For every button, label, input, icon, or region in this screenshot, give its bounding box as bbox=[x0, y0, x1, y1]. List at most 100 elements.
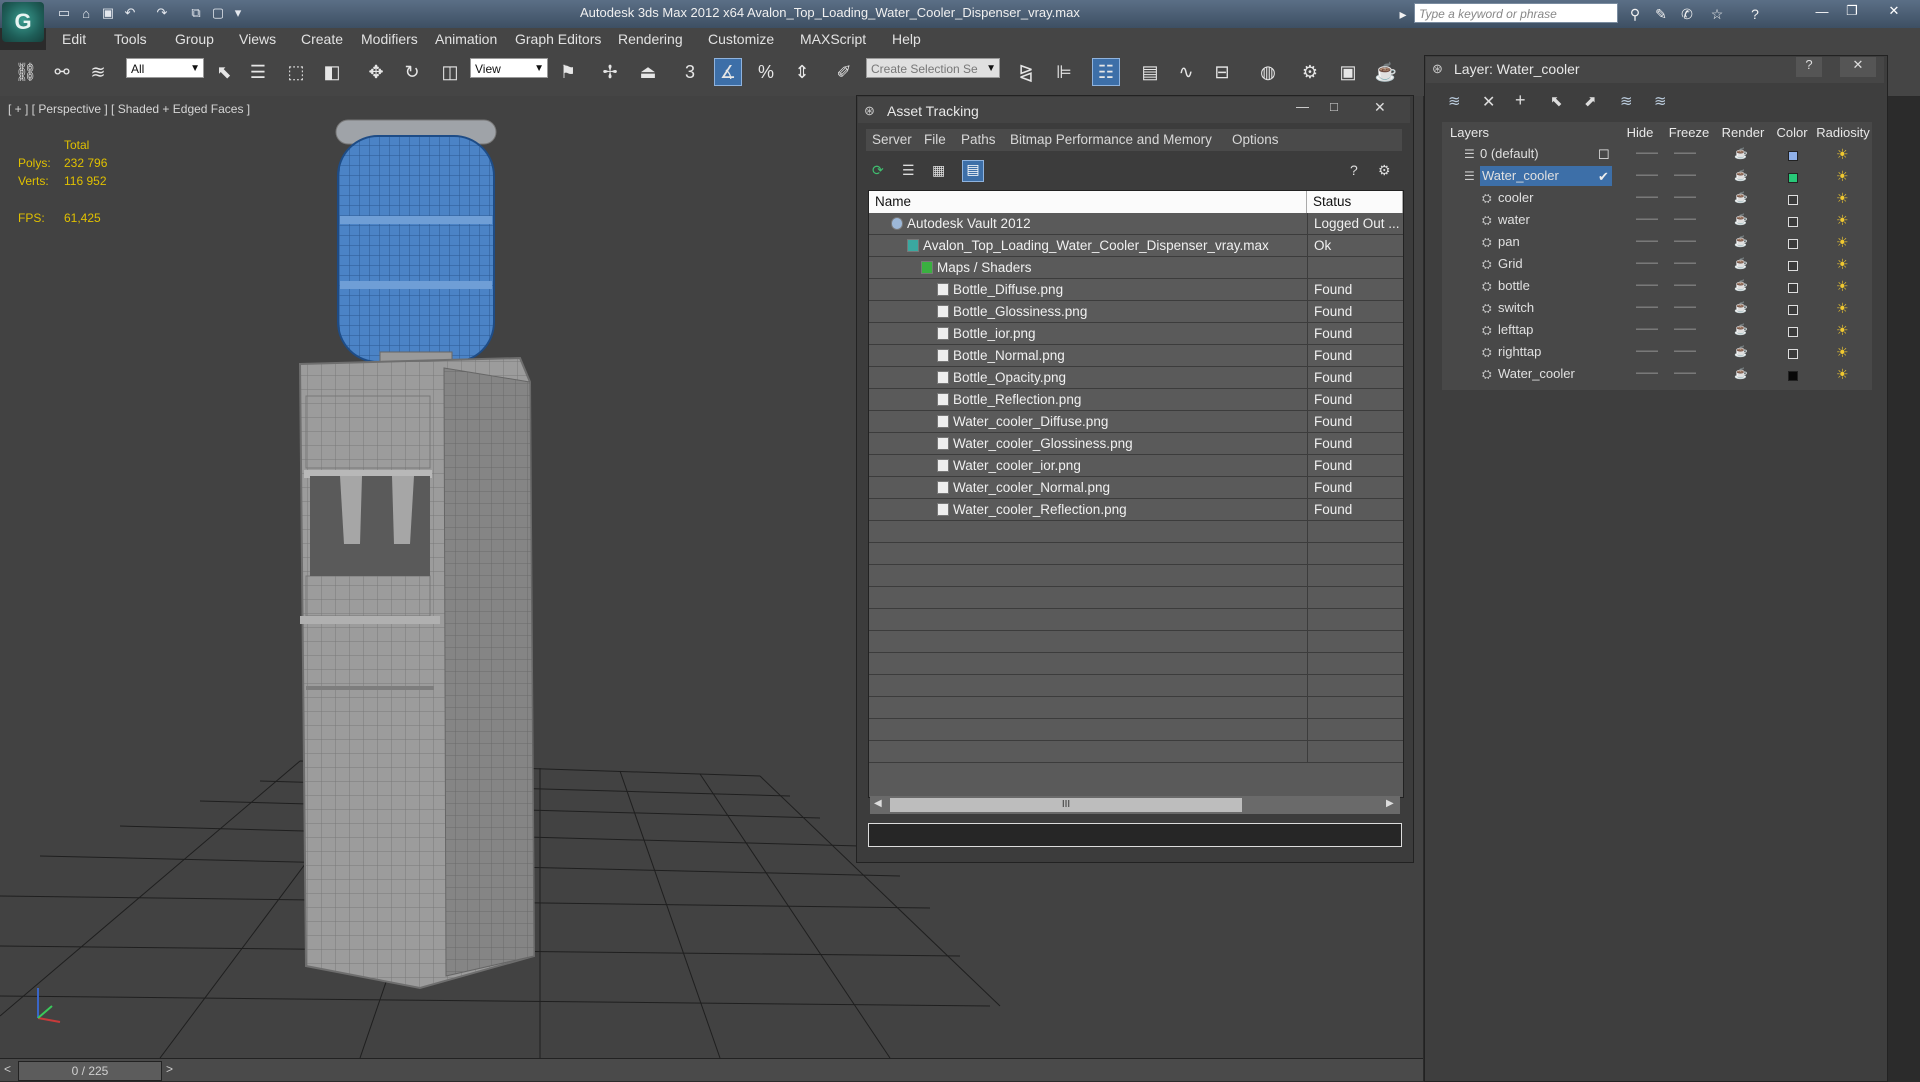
freeze-toggle[interactable]: —— bbox=[1674, 147, 1696, 159]
select-and-link-icon[interactable]: ⛓ bbox=[12, 58, 40, 86]
layer-table[interactable]: Layers Hide Freeze Render Color Radiosit… bbox=[1442, 122, 1872, 390]
layer-column-radiosity[interactable]: Radiosity bbox=[1814, 122, 1872, 144]
menu-graph-editors[interactable]: Graph Editors bbox=[515, 31, 601, 47]
material-editor-icon[interactable]: ◍ bbox=[1254, 58, 1282, 86]
menu-edit[interactable]: Edit bbox=[62, 31, 86, 47]
radiosity-sun-icon[interactable]: ☀ bbox=[1836, 168, 1849, 185]
layer-name[interactable]: righttap bbox=[1498, 342, 1541, 362]
layer-color-swatch[interactable] bbox=[1788, 371, 1798, 381]
asset-row[interactable]: Maps / Shaders bbox=[869, 257, 1403, 279]
layer-name[interactable]: switch bbox=[1498, 298, 1534, 318]
selection-filter-dropdown[interactable]: All ▼ bbox=[126, 58, 204, 78]
hide-toggle[interactable]: —— bbox=[1636, 147, 1658, 159]
layer-color-swatch[interactable] bbox=[1788, 327, 1798, 337]
freeze-toggle[interactable]: —— bbox=[1674, 191, 1696, 203]
minimize-icon[interactable]: — bbox=[1808, 0, 1836, 22]
named-selection-dropdown[interactable]: Create Selection Se ▼ bbox=[866, 58, 1000, 78]
render-setup-icon[interactable]: ⚙ bbox=[1296, 58, 1324, 86]
layer-column-hide[interactable]: Hide bbox=[1620, 122, 1660, 144]
menu-customize[interactable]: Customize bbox=[708, 31, 774, 47]
freeze-unfreeze-all-icon[interactable]: ≋ bbox=[1654, 92, 1667, 110]
delete-layer-icon[interactable]: ✕ bbox=[1482, 92, 1495, 112]
layer-help-icon[interactable]: ? bbox=[1796, 57, 1822, 77]
create-new-layer-icon[interactable]: ≋ bbox=[1448, 92, 1461, 110]
layer-row[interactable]: ⛭ switch —— —— ☕ ☀ bbox=[1442, 298, 1872, 320]
curve-editor-icon[interactable]: ∿ bbox=[1172, 58, 1200, 86]
subscription-icon[interactable]: ✆ bbox=[1676, 4, 1698, 24]
layer-color-swatch[interactable] bbox=[1788, 151, 1798, 161]
asset-minimize-icon[interactable]: — bbox=[1296, 99, 1309, 114]
save-icon[interactable]: ▣ bbox=[98, 4, 118, 22]
freeze-toggle[interactable]: —— bbox=[1674, 235, 1696, 247]
new-file-icon[interactable]: ▭ bbox=[54, 4, 74, 22]
layer-row[interactable]: ☰ 0 (default) ☐ —— —— ☕ ☀ bbox=[1442, 144, 1872, 166]
maximize-icon[interactable]: ❐ bbox=[1838, 0, 1866, 22]
hide-toggle[interactable]: —— bbox=[1636, 323, 1658, 335]
angle-snap-icon[interactable]: ∡ bbox=[714, 58, 742, 86]
freeze-toggle[interactable]: —— bbox=[1674, 367, 1696, 379]
next-frame-icon[interactable]: > bbox=[166, 1062, 173, 1076]
align-icon[interactable]: ⊫ bbox=[1050, 58, 1078, 86]
current-layer-box-icon[interactable]: ☐ bbox=[1598, 147, 1610, 163]
freeze-toggle[interactable]: —— bbox=[1674, 279, 1696, 291]
layer-column-color[interactable]: Color bbox=[1772, 122, 1812, 144]
asset-row[interactable]: Water_cooler_Glossiness.png Found bbox=[869, 433, 1403, 455]
layer-color-swatch[interactable] bbox=[1788, 239, 1798, 249]
asset-menu-options[interactable]: Options bbox=[1232, 132, 1279, 147]
layer-color-swatch[interactable] bbox=[1788, 217, 1798, 227]
teapot-render-icon[interactable]: ☕ bbox=[1734, 367, 1748, 380]
hide-toggle[interactable]: —— bbox=[1636, 301, 1658, 313]
asset-menu-bitmap-performance[interactable]: Bitmap Performance and Memory bbox=[1010, 132, 1212, 147]
asset-row[interactable]: Bottle_Opacity.png Found bbox=[869, 367, 1403, 389]
select-and-scale-icon[interactable]: ◫ bbox=[436, 58, 464, 86]
current-layer-check-icon[interactable]: ✔ bbox=[1598, 169, 1609, 185]
close-icon[interactable]: ✕ bbox=[1880, 0, 1908, 22]
teapot-render-icon[interactable]: ☕ bbox=[1734, 147, 1748, 160]
teapot-render-icon[interactable]: ☕ bbox=[1734, 191, 1748, 204]
radiosity-sun-icon[interactable]: ☀ bbox=[1836, 146, 1849, 163]
hide-toggle[interactable]: —— bbox=[1636, 367, 1658, 379]
menu-create[interactable]: Create bbox=[301, 31, 343, 47]
asset-settings-icon[interactable]: ⚙ bbox=[1378, 162, 1391, 179]
radiosity-sun-icon[interactable]: ☀ bbox=[1836, 212, 1849, 229]
layer-column-render[interactable]: Render bbox=[1718, 122, 1768, 144]
select-and-manipulate-icon[interactable]: ✢ bbox=[596, 58, 624, 86]
scroll-thumb[interactable]: III bbox=[890, 798, 1242, 812]
help-icon[interactable]: ? bbox=[1744, 4, 1766, 24]
asset-row[interactable]: Water_cooler_Normal.png Found bbox=[869, 477, 1403, 499]
hide-toggle[interactable]: —— bbox=[1636, 345, 1658, 357]
scroll-left-icon[interactable]: ◀ bbox=[874, 798, 882, 809]
binoculars-icon[interactable]: ⚲ bbox=[1624, 4, 1646, 24]
layer-row[interactable]: ⛭ Grid —— —— ☕ ☀ bbox=[1442, 254, 1872, 276]
radiosity-sun-icon[interactable]: ☀ bbox=[1836, 366, 1849, 383]
app-logo-icon[interactable]: G bbox=[2, 2, 44, 42]
hide-unhide-all-icon[interactable]: ≋ bbox=[1620, 92, 1633, 110]
radiosity-sun-icon[interactable]: ☀ bbox=[1836, 278, 1849, 295]
freeze-toggle[interactable]: —— bbox=[1674, 323, 1696, 335]
bind-space-warp-icon[interactable]: ≋ bbox=[84, 58, 112, 86]
schematic-view-icon[interactable]: ⊟ bbox=[1208, 58, 1236, 86]
communication-center-icon[interactable]: ✎ bbox=[1650, 4, 1672, 24]
undo-icon[interactable]: ↶ bbox=[120, 4, 140, 22]
layer-name[interactable]: Grid bbox=[1498, 254, 1523, 274]
menu-animation[interactable]: Animation bbox=[435, 31, 497, 47]
search-expand-icon[interactable]: ▸ bbox=[1392, 4, 1414, 24]
menu-rendering[interactable]: Rendering bbox=[618, 31, 683, 47]
radiosity-sun-icon[interactable]: ☀ bbox=[1836, 234, 1849, 251]
rendered-frame-window-icon[interactable]: ▣ bbox=[1334, 58, 1362, 86]
reference-coordinate-dropdown[interactable]: View ▼ bbox=[470, 58, 548, 78]
freeze-toggle[interactable]: —— bbox=[1674, 345, 1696, 357]
hold-icon[interactable]: ⧉ bbox=[186, 4, 206, 22]
open-file-icon[interactable]: ⌂ bbox=[76, 4, 96, 22]
hide-toggle[interactable]: —— bbox=[1636, 169, 1658, 181]
asset-row[interactable]: Bottle_Diffuse.png Found bbox=[869, 279, 1403, 301]
teapot-render-icon[interactable]: ☕ bbox=[1734, 213, 1748, 226]
asset-row[interactable]: Bottle_Reflection.png Found bbox=[869, 389, 1403, 411]
select-by-name-icon[interactable]: ☰ bbox=[244, 58, 272, 86]
prev-frame-icon[interactable]: < bbox=[4, 1062, 11, 1076]
thumbnail-view-icon[interactable]: ▦ bbox=[932, 162, 952, 182]
layer-name[interactable]: cooler bbox=[1498, 188, 1533, 208]
layer-row[interactable]: ⛭ Water_cooler —— —— ☕ ☀ bbox=[1442, 364, 1872, 386]
asset-row[interactable]: Water_cooler_Reflection.png Found bbox=[869, 499, 1403, 521]
snaps-toggle-icon[interactable]: 3 bbox=[676, 58, 704, 86]
